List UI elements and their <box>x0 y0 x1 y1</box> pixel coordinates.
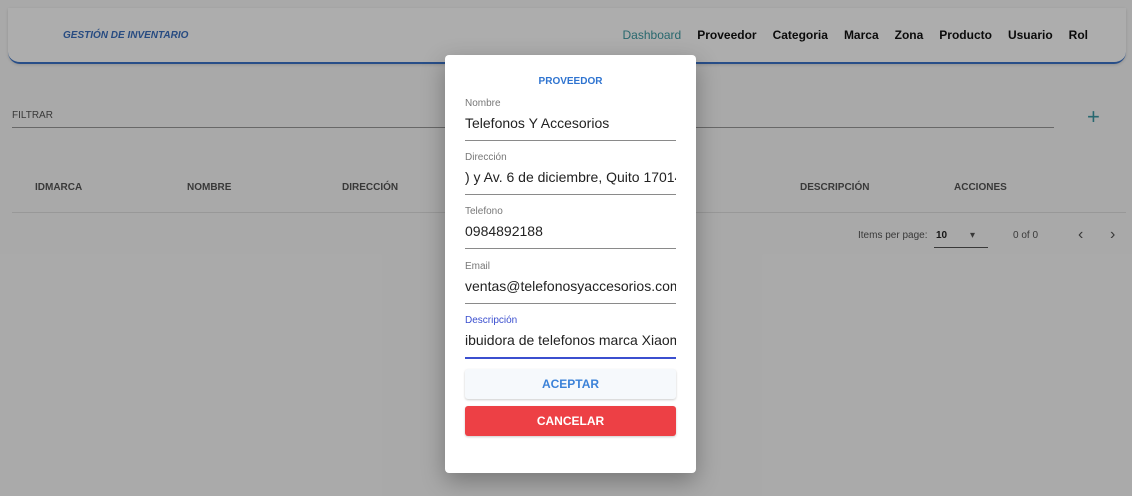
direccion-field[interactable]: Dirección ) y Av. 6 de diciembre, Quito … <box>465 152 676 195</box>
descripcion-field[interactable]: Descripción ibuidora de telefonos marca … <box>465 315 676 359</box>
email-underline <box>465 303 676 304</box>
email-field[interactable]: Email ventas@telefonosyaccesorios.com <box>465 261 676 304</box>
accept-button[interactable]: ACEPTAR <box>465 369 676 399</box>
descripcion-input[interactable]: ibuidora de telefonos marca Xiaomi <box>465 332 676 350</box>
nombre-underline <box>465 140 676 141</box>
telefono-label: Telefono <box>465 206 503 217</box>
nombre-field[interactable]: Nombre Telefonos Y Accesorios <box>465 98 676 141</box>
nombre-label: Nombre <box>465 98 501 109</box>
email-input[interactable]: ventas@telefonosyaccesorios.com <box>465 278 676 296</box>
dialog-title: PROVEEDOR <box>538 76 603 87</box>
descripcion-underline <box>465 357 676 359</box>
direccion-label: Dirección <box>465 152 507 163</box>
telefono-field[interactable]: Telefono 0984892188 <box>465 206 676 249</box>
nombre-input[interactable]: Telefonos Y Accesorios <box>465 115 676 133</box>
cancel-button[interactable]: CANCELAR <box>465 406 676 436</box>
telefono-underline <box>465 248 676 249</box>
email-label: Email <box>465 261 491 272</box>
telefono-input[interactable]: 0984892188 <box>465 223 676 241</box>
descripcion-label: Descripción <box>465 315 518 326</box>
direccion-underline <box>465 194 676 195</box>
proveedor-dialog: PROVEEDOR Nombre Telefonos Y Accesorios … <box>445 55 696 473</box>
direccion-input[interactable]: ) y Av. 6 de diciembre, Quito 170143 <box>465 169 676 187</box>
